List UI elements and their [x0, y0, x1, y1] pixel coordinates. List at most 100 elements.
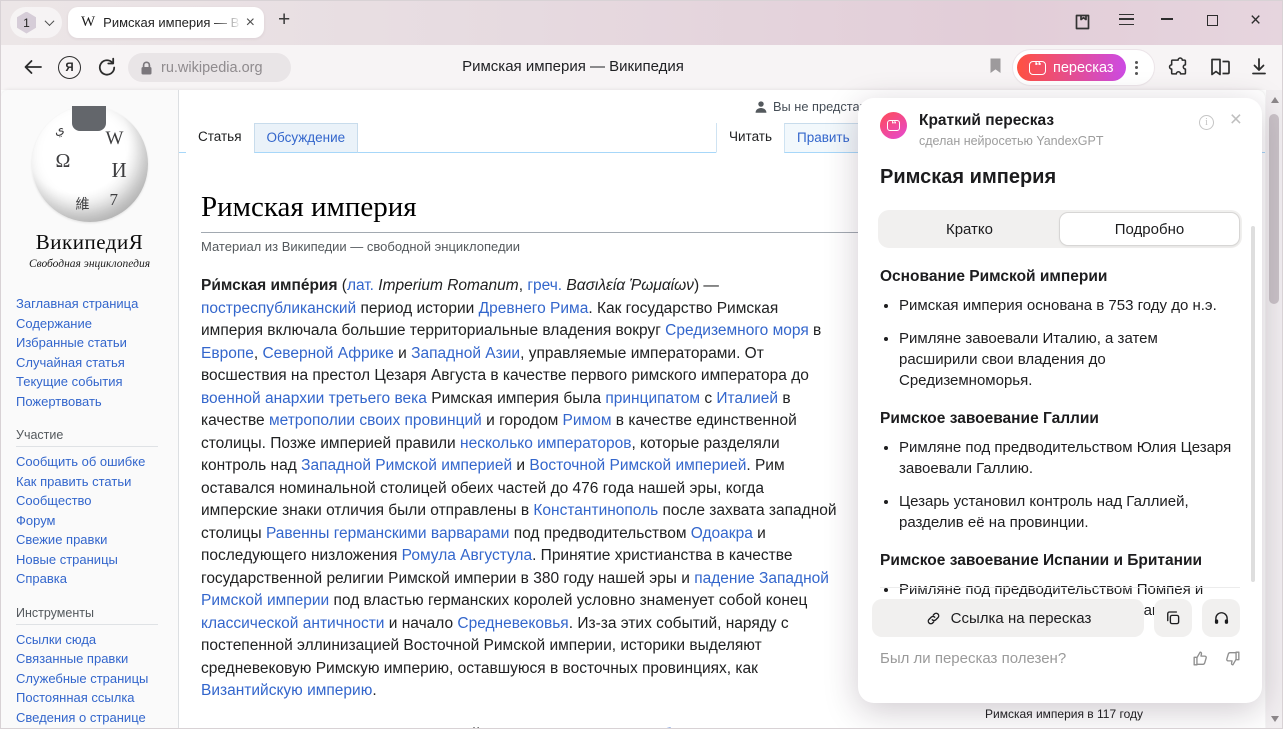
- page-title: Римская империя — Википедия: [0, 58, 1146, 75]
- downloads-icon[interactable]: [1250, 57, 1268, 76]
- summary-bullet-list: Римская империя основана в 753 году до н…: [880, 295, 1238, 391]
- summary-link-label: Ссылка на пересказ: [951, 610, 1092, 627]
- article-link[interactable]: Константинополь: [533, 502, 658, 519]
- summary-tab-inactive[interactable]: Кратко: [880, 212, 1059, 246]
- text-segment: (: [338, 277, 347, 294]
- text-segment: Imperium Romanum: [378, 277, 518, 294]
- sidebar-item[interactable]: Свежие правки: [16, 530, 178, 550]
- scroll-up-arrow[interactable]: [1271, 97, 1279, 103]
- browser-tab[interactable]: W Римская империя — В ×: [68, 7, 264, 38]
- sidebar-item[interactable]: Сведения о странице: [16, 708, 178, 728]
- summary-bullet: Цезарь установил контроль над Галлией, р…: [899, 491, 1238, 533]
- sidebar-item[interactable]: Форум: [16, 511, 178, 531]
- text-segment: Ри́мская импе́рия: [201, 277, 338, 294]
- summary-bullet-list: Римляне под предводительством Юлия Цезар…: [880, 437, 1238, 533]
- scroll-down-arrow[interactable]: [1271, 716, 1279, 722]
- window-close-button[interactable]: ×: [1250, 11, 1261, 30]
- copy-button[interactable]: [1154, 599, 1192, 637]
- sidebar-item[interactable]: Новые страницы: [16, 550, 178, 570]
- wiki-tabs-left: СтатьяОбсуждение: [186, 123, 358, 153]
- article-link[interactable]: Западной Римской империей: [301, 457, 512, 474]
- tab-count-badge: 1: [17, 12, 36, 34]
- text-segment: и: [394, 345, 411, 362]
- chevron-down-icon[interactable]: [45, 16, 55, 26]
- article-link[interactable]: метрополии своих провинций: [269, 412, 482, 429]
- wiki-tab[interactable]: Читать: [716, 123, 784, 153]
- sidebar-item[interactable]: Ссылки сюда: [16, 630, 178, 650]
- tab-title: Римская империя — В: [103, 15, 239, 30]
- sidebar-item[interactable]: Заглавная страница: [16, 294, 178, 314]
- sidebar-section-title: Участие: [16, 428, 158, 447]
- article-link[interactable]: несколько императоров: [460, 435, 631, 452]
- bookmark-icon[interactable]: [988, 57, 1003, 75]
- sidebar-item[interactable]: Постоянная ссылка: [16, 688, 178, 708]
- sidebar-item[interactable]: Сообщить об ошибке: [16, 452, 178, 472]
- text-segment: .: [372, 682, 376, 699]
- article-link[interactable]: Равенны: [266, 525, 329, 542]
- menu-icon[interactable]: [1119, 14, 1134, 25]
- extensions-puzzle-icon[interactable]: [1168, 56, 1190, 78]
- sidebar-item[interactable]: Текущие события: [16, 372, 178, 392]
- more-options-icon[interactable]: [1135, 61, 1139, 75]
- wiki-tab[interactable]: Статья: [186, 123, 254, 153]
- article-link[interactable]: принципатом: [605, 390, 700, 407]
- sidebar-item[interactable]: Справка: [16, 569, 178, 589]
- sidebar-item[interactable]: Случайная статья: [16, 353, 178, 373]
- thumbs-down-icon[interactable]: [1223, 649, 1242, 668]
- new-tab-button[interactable]: +: [278, 9, 290, 30]
- text-segment: под властью германских королей условно з…: [329, 592, 807, 609]
- text-segment: и городом: [482, 412, 563, 429]
- maximize-button[interactable]: [1207, 15, 1218, 26]
- article-link[interactable]: лат.: [347, 277, 374, 294]
- article-link[interactable]: военной анархии третьего века: [201, 390, 427, 407]
- listen-button[interactable]: [1202, 599, 1240, 637]
- sidebar-item[interactable]: Пожертвовать: [16, 392, 178, 412]
- text-segment: и: [512, 457, 529, 474]
- side-panel-icon[interactable]: [1073, 11, 1092, 31]
- article-link[interactable]: Римская республика: [556, 726, 705, 729]
- sidebar-section-title: Инструменты: [16, 606, 158, 625]
- sidebar-item[interactable]: Сообщество: [16, 491, 178, 511]
- article-link[interactable]: Европе: [201, 345, 254, 362]
- article-paragraph: Государство-предшественник Римской импер…: [201, 724, 843, 729]
- wiki-tab[interactable]: Править: [784, 123, 863, 153]
- sidebar-item[interactable]: Избранные статьи: [16, 333, 178, 353]
- summary-link-button[interactable]: Ссылка на пересказ: [872, 599, 1144, 637]
- article-link[interactable]: германскими варварами: [334, 525, 510, 542]
- minimize-button[interactable]: [1161, 10, 1173, 20]
- wiki-tab[interactable]: Обсуждение: [254, 123, 359, 153]
- panel-scrollbar[interactable]: [1251, 226, 1255, 582]
- article-link[interactable]: классической античности: [201, 615, 384, 632]
- article-link[interactable]: Средневековья: [457, 615, 568, 632]
- article-link[interactable]: Средиземного моря: [665, 322, 809, 339]
- article-link[interactable]: Западной Азии: [411, 345, 520, 362]
- sidebar-item[interactable]: Содержание: [16, 314, 178, 334]
- article-link[interactable]: греч.: [527, 277, 562, 294]
- browser-toolbar: Я ru.wikipedia.org Римская империя — Вик…: [0, 45, 1283, 90]
- collections-icon[interactable]: [1208, 56, 1232, 78]
- retell-button[interactable]: “ пересказ: [1017, 54, 1126, 81]
- tab-counter[interactable]: 1: [10, 7, 62, 38]
- sidebar-item[interactable]: Связанные правки: [16, 649, 178, 669]
- article-link[interactable]: Италией: [716, 390, 778, 407]
- article-link[interactable]: Римом: [563, 412, 612, 429]
- wikipedia-globe-logo[interactable]: W И Ω 7 維 ي: [32, 106, 148, 222]
- sidebar-item[interactable]: Служебные страницы: [16, 669, 178, 689]
- article-link[interactable]: Византийскую империю: [201, 682, 372, 699]
- text-segment: и начало: [384, 615, 457, 632]
- info-icon[interactable]: i: [1199, 115, 1214, 130]
- summary-bullet: Римляне завоевали Италию, а затем расшир…: [899, 328, 1238, 391]
- scrollbar-thumb[interactable]: [1269, 114, 1279, 304]
- article-link[interactable]: Древнего Рима: [479, 300, 589, 317]
- sidebar-item[interactable]: Как править статьи: [16, 472, 178, 492]
- panel-close-icon[interactable]: ×: [1230, 108, 1242, 132]
- panel-footer: Ссылка на пересказ: [872, 599, 1240, 637]
- tab-close-icon[interactable]: ×: [246, 15, 255, 31]
- article-link[interactable]: Северной Африке: [262, 345, 393, 362]
- article-link[interactable]: Восточной Римской империей: [529, 457, 746, 474]
- article-link[interactable]: Одоакра: [691, 525, 753, 542]
- thumbs-up-icon[interactable]: [1191, 649, 1210, 668]
- summary-tab-active[interactable]: Подробно: [1059, 212, 1240, 246]
- article-link[interactable]: постреспубликанский: [201, 300, 356, 317]
- article-link[interactable]: Ромула Августула: [402, 547, 532, 564]
